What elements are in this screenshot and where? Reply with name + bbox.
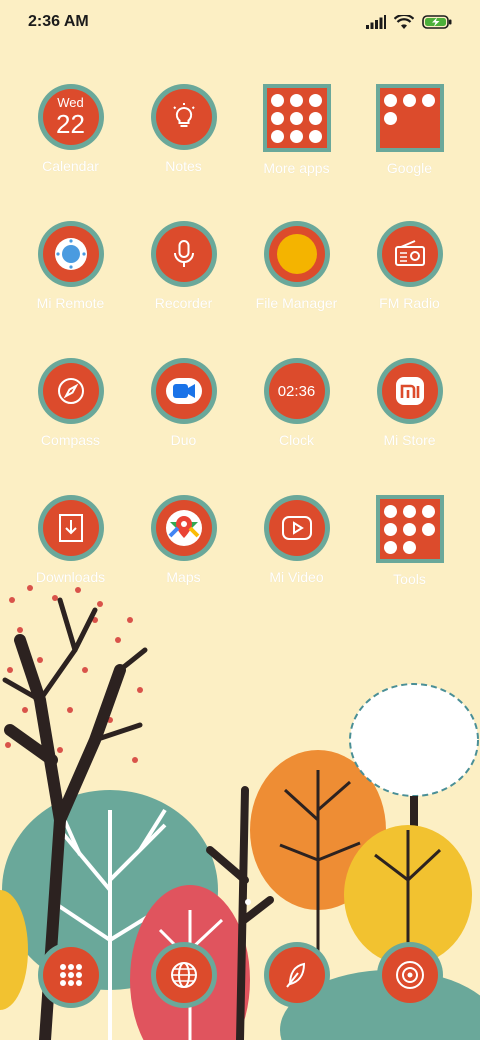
video-camera-icon (150, 358, 217, 424)
download-icon (37, 495, 104, 561)
dock-app-drawer[interactable] (14, 942, 127, 1008)
folder-icon (375, 84, 444, 152)
app-label: Calendar (42, 158, 99, 174)
app-label: Mi Store (383, 432, 436, 448)
compass-icon (37, 358, 104, 424)
folder-more-apps[interactable]: More apps (240, 84, 353, 221)
clock-icon: 02:36 (263, 358, 330, 424)
app-label: Mi Video (269, 569, 324, 585)
status-icons (366, 14, 452, 30)
app-label: Recorder (154, 295, 213, 311)
wifi-icon (394, 14, 414, 29)
app-compass[interactable]: Compass (14, 358, 127, 495)
app-mi-store[interactable]: Mi Store (353, 358, 466, 495)
app-fm-radio[interactable]: FM Radio (353, 221, 466, 358)
calendar-date: 22 (56, 109, 85, 139)
clock-time: 02:36 (277, 382, 316, 400)
remote-icon (37, 221, 104, 287)
app-notes[interactable]: Notes (127, 84, 240, 221)
dock-camera[interactable] (353, 942, 466, 1008)
folder-icon (262, 84, 331, 152)
folder-icon (375, 495, 444, 563)
app-maps[interactable]: Maps (127, 495, 240, 632)
file-manager-icon (263, 221, 330, 287)
app-clock[interactable]: 02:36 Clock (240, 358, 353, 495)
app-label: Tools (393, 571, 426, 587)
app-label: Mi Remote (36, 295, 105, 311)
app-label: Compass (40, 432, 101, 448)
app-grid: Wed 22 Calendar Notes More apps Google M… (14, 84, 466, 632)
app-label: FM Radio (379, 295, 440, 311)
app-label: Clock (278, 432, 314, 448)
radio-icon (376, 221, 443, 287)
status-time: 2:36 AM (28, 13, 89, 30)
app-drawer-icon (37, 942, 104, 1008)
app-duo[interactable]: Duo (127, 358, 240, 495)
maps-icon (150, 495, 217, 561)
dock (14, 942, 466, 1008)
app-label: Downloads (35, 569, 106, 585)
signal-icon (366, 15, 386, 29)
play-icon (263, 495, 330, 561)
app-label: Duo (170, 432, 197, 448)
microphone-icon (150, 221, 217, 287)
feather-icon (263, 942, 330, 1008)
status-bar: 2:36 AM (0, 0, 480, 44)
app-recorder[interactable]: Recorder (127, 221, 240, 358)
app-file-manager[interactable]: File Manager (240, 221, 353, 358)
battery-charging-icon (422, 15, 452, 29)
globe-icon (150, 942, 217, 1008)
app-calendar[interactable]: Wed 22 Calendar (14, 84, 127, 221)
folder-tools[interactable]: Tools (353, 495, 466, 632)
app-label: Maps (166, 569, 201, 585)
camera-icon (376, 942, 443, 1008)
app-label: Google (386, 160, 433, 176)
calendar-day: Wed (57, 95, 84, 110)
app-label: File Manager (255, 295, 338, 311)
mi-logo-icon (376, 358, 443, 424)
dock-browser[interactable] (127, 942, 240, 1008)
lightbulb-icon (150, 84, 217, 150)
app-label: More apps (263, 160, 330, 176)
app-mi-video[interactable]: Mi Video (240, 495, 353, 632)
app-downloads[interactable]: Downloads (14, 495, 127, 632)
app-mi-remote[interactable]: Mi Remote (14, 221, 127, 358)
dock-notes[interactable] (240, 942, 353, 1008)
app-label: Notes (165, 158, 202, 174)
page-indicator (245, 899, 251, 905)
calendar-icon: Wed 22 (37, 84, 104, 150)
folder-google[interactable]: Google (353, 84, 466, 221)
